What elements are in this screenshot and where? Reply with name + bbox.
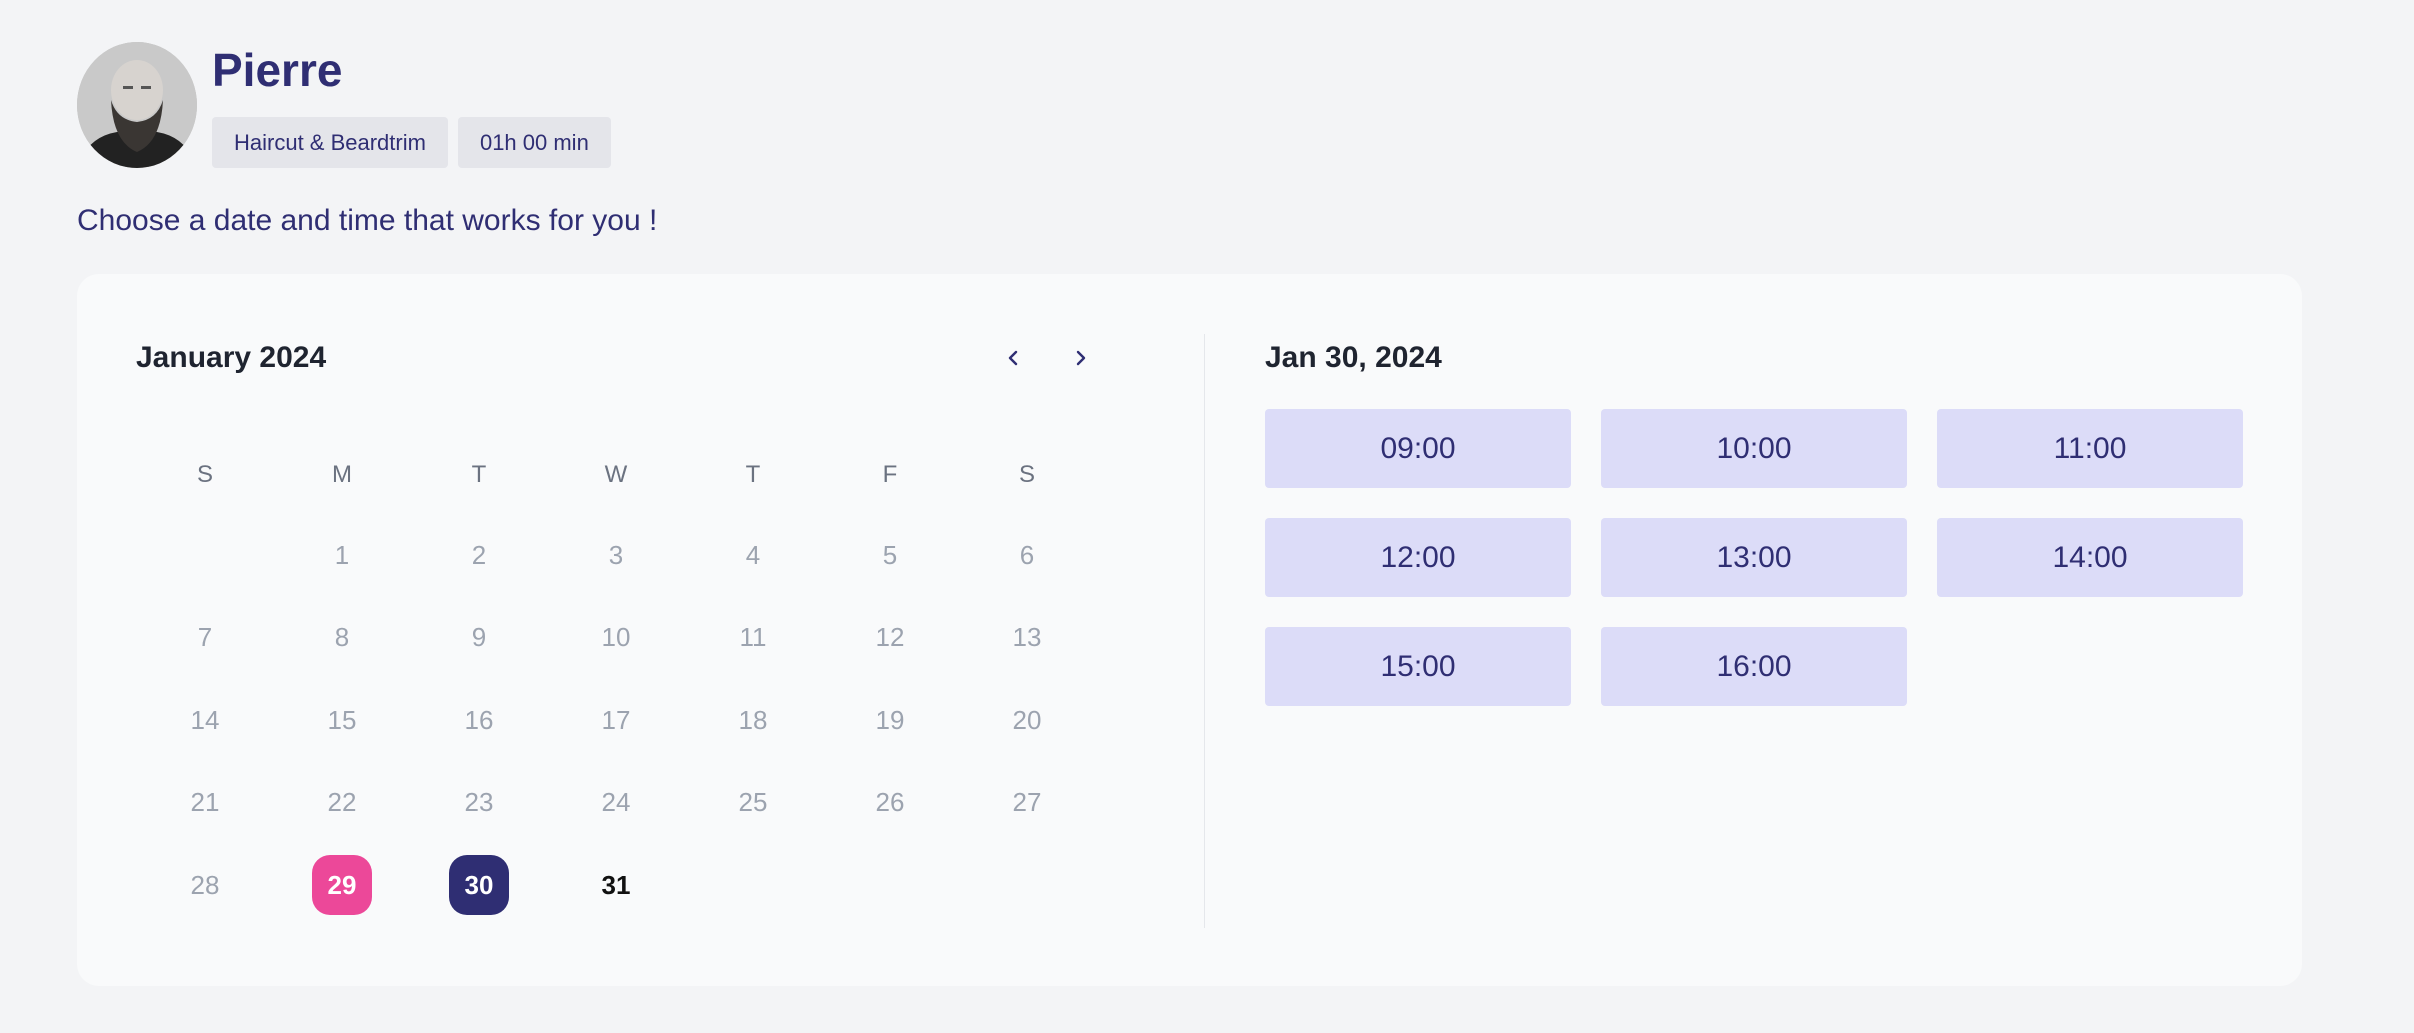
calendar-day[interactable]: 28	[175, 855, 235, 915]
calendar-day[interactable]: 3	[586, 525, 646, 585]
calendar-day[interactable]: 20	[997, 690, 1057, 750]
calendar-day[interactable]: 14	[175, 690, 235, 750]
booking-card: January 2024 S M T W T F S 1 2 3 4 5 6 7 8 9 10 11 12 13 14 1…	[77, 274, 2302, 986]
timeslot-button[interactable]: 14:00	[1937, 518, 2243, 597]
calendar-day[interactable]: 5	[860, 525, 920, 585]
timeslot-button[interactable]: 13:00	[1601, 518, 1907, 597]
timeslot-button[interactable]: 10:00	[1601, 409, 1907, 488]
calendar-day[interactable]: 18	[723, 690, 783, 750]
calendar-day[interactable]: 13	[997, 608, 1057, 668]
calendar-day-selected[interactable]: 30	[449, 855, 509, 915]
calendar-day[interactable]: 15	[312, 690, 372, 750]
chevron-left-icon	[1008, 350, 1018, 366]
calendar-day[interactable]: 11	[723, 608, 783, 668]
calendar-day[interactable]: 9	[449, 608, 509, 668]
calendar-day-today[interactable]: 29	[312, 855, 372, 915]
calendar-day[interactable]: 25	[723, 773, 783, 833]
provider-avatar	[77, 42, 197, 168]
weekday-label: T	[745, 461, 761, 488]
calendar-day[interactable]: 21	[175, 773, 235, 833]
chevron-right-icon	[1076, 350, 1086, 366]
calendar-day[interactable]: 6	[997, 525, 1057, 585]
timeslot-button[interactable]: 15:00	[1265, 627, 1571, 706]
calendar-day[interactable]: 17	[586, 690, 646, 750]
calendar-day[interactable]: 16	[449, 690, 509, 750]
provider-tags: Haircut & Beardtrim 01h 00 min	[212, 117, 611, 168]
calendar-day[interactable]: 4	[723, 525, 783, 585]
instruction-text: Choose a date and time that works for yo…	[77, 204, 658, 237]
weekday-label: M	[332, 461, 352, 488]
provider-name: Pierre	[212, 44, 343, 96]
calendar-day[interactable]: 2	[449, 525, 509, 585]
timeslot-button[interactable]: 12:00	[1265, 518, 1571, 597]
weekday-label: W	[604, 461, 628, 488]
previous-month-button[interactable]	[993, 338, 1033, 378]
timeslot-button[interactable]: 11:00	[1937, 409, 2243, 488]
weekday-label: S	[196, 461, 213, 488]
calendar-day[interactable]: 7	[175, 608, 235, 668]
duration-tag: 01h 00 min	[457, 117, 611, 168]
weekday-label: F	[882, 461, 898, 488]
calendar-month-title: January 2024	[136, 341, 327, 374]
timeslot-button[interactable]: 09:00	[1265, 409, 1571, 488]
next-month-button[interactable]	[1061, 338, 1101, 378]
timeslot-grid: 09:00 10:00 11:00 12:00 13:00 14:00 15:00 16:00	[1265, 409, 2243, 706]
avatar-photo	[77, 42, 197, 168]
calendar-day[interactable]: 10	[586, 608, 646, 668]
calendar-day[interactable]: 24	[586, 773, 646, 833]
selected-date-title: Jan 30, 2024	[1265, 341, 1442, 374]
calendar-day[interactable]: 12	[860, 608, 920, 668]
calendar-day[interactable]: 23	[449, 773, 509, 833]
calendar-day[interactable]: 8	[312, 608, 372, 668]
panel-divider	[1204, 334, 1205, 928]
calendar-day[interactable]: 26	[860, 773, 920, 833]
calendar-day[interactable]: 31	[586, 855, 646, 915]
weekday-label: S	[1018, 461, 1035, 488]
calendar-day[interactable]: 27	[997, 773, 1057, 833]
calendar-day[interactable]: 22	[312, 773, 372, 833]
weekday-label: T	[471, 461, 487, 488]
service-tag: Haircut & Beardtrim	[212, 117, 448, 168]
calendar-day[interactable]: 1	[312, 525, 372, 585]
timeslot-button[interactable]: 16:00	[1601, 627, 1907, 706]
calendar-day[interactable]: 19	[860, 690, 920, 750]
